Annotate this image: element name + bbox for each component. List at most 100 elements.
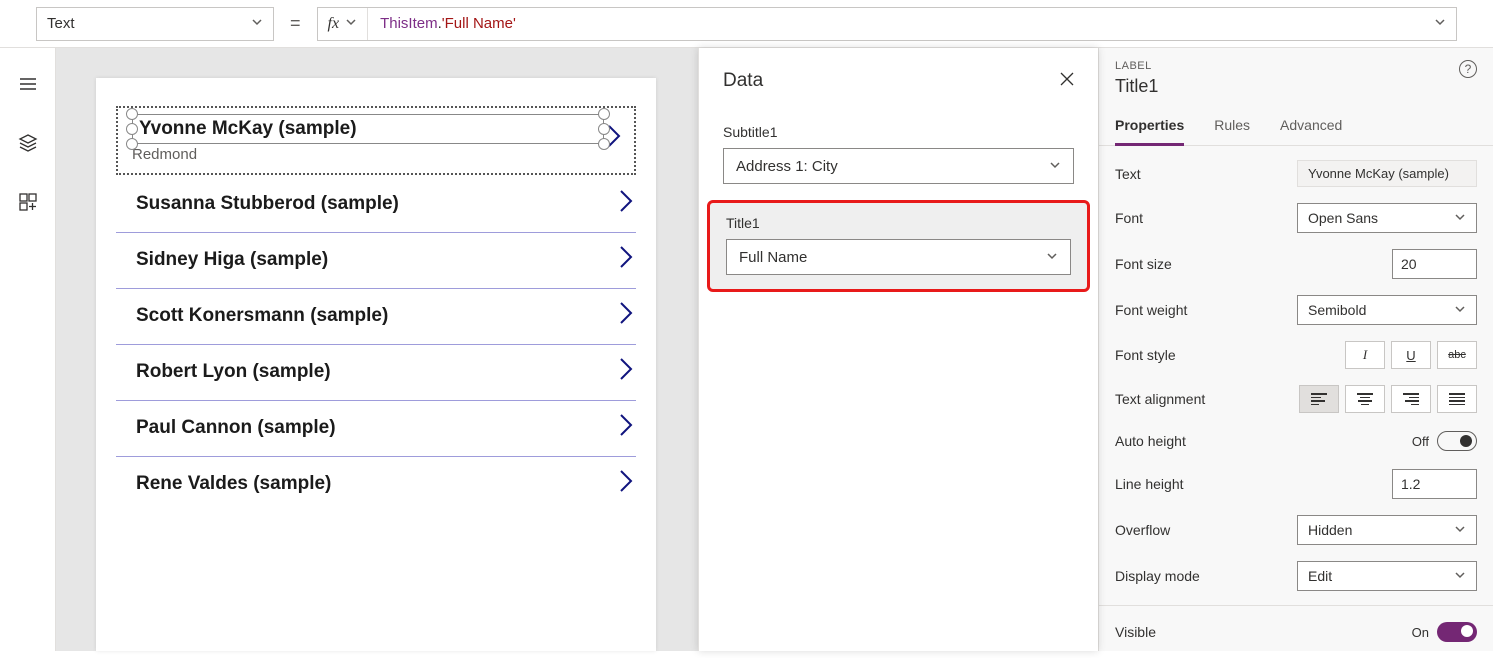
gallery-item-title: Rene Valdes (sample): [136, 473, 616, 495]
properties-tabs: Properties Rules Advanced: [1099, 105, 1493, 146]
align-right-button[interactable]: [1391, 385, 1431, 413]
prop-label-lineheight: Line height: [1115, 476, 1184, 492]
control-name: Title1: [1115, 76, 1158, 97]
fontweight-value: Semibold: [1308, 302, 1366, 318]
prop-label-overflow: Overflow: [1115, 522, 1170, 538]
italic-button[interactable]: I: [1345, 341, 1385, 369]
resize-handle[interactable]: [598, 108, 610, 120]
overflow-value: Hidden: [1308, 522, 1352, 538]
chevron-right-icon[interactable]: [616, 411, 636, 444]
close-icon[interactable]: [1060, 72, 1074, 91]
app-canvas: Yvonne McKay (sample) Redmond Susanna St…: [96, 78, 656, 651]
chevron-down-icon[interactable]: [345, 15, 357, 33]
data-panel-title: Data: [723, 70, 763, 92]
gallery-item[interactable]: Robert Lyon (sample): [116, 345, 636, 401]
chevron-right-icon[interactable]: [616, 467, 636, 500]
chevron-down-icon: [1046, 249, 1058, 266]
chevron-right-icon[interactable]: [616, 243, 636, 276]
chevron-right-icon[interactable]: [616, 299, 636, 332]
overflow-dropdown[interactable]: Hidden: [1297, 515, 1477, 545]
chevron-down-icon: [1049, 158, 1061, 175]
gallery-item-title: Susanna Stubberod (sample): [136, 193, 616, 215]
gallery-item[interactable]: Scott Konersmann (sample): [116, 289, 636, 345]
gallery-item-title: Scott Konersmann (sample): [136, 305, 616, 327]
subtitle1-dropdown[interactable]: Address 1: City: [723, 148, 1074, 184]
formula-token-field: 'Full Name': [442, 15, 516, 32]
strikethrough-button[interactable]: abc: [1437, 341, 1477, 369]
formula-input[interactable]: fx ThisItem.'Full Name': [317, 7, 1457, 41]
field-label: Subtitle1: [723, 124, 1074, 140]
gallery-item[interactable]: Susanna Stubberod (sample): [116, 177, 636, 233]
gallery-item-title: Paul Cannon (sample): [136, 417, 616, 439]
prop-value-text[interactable]: Yvonne McKay (sample): [1297, 160, 1477, 187]
prop-label-fontweight: Font weight: [1115, 302, 1187, 318]
prop-label-fontsize: Font size: [1115, 256, 1172, 272]
prop-label-autoheight: Auto height: [1115, 433, 1186, 449]
chevron-down-icon: [1454, 568, 1466, 584]
formula-token-thisitem: ThisItem: [380, 15, 438, 32]
formula-text[interactable]: ThisItem.'Full Name': [368, 15, 1424, 33]
property-dropdown[interactable]: Text: [36, 7, 274, 41]
lineheight-input[interactable]: 1.2: [1392, 469, 1477, 499]
autoheight-toggle[interactable]: Off: [1412, 431, 1477, 451]
gallery-item-title: Robert Lyon (sample): [136, 361, 616, 383]
displaymode-value: Edit: [1308, 568, 1332, 584]
resize-handle[interactable]: [126, 138, 138, 150]
control-type-label: LABEL: [1115, 60, 1158, 72]
gallery-item-title: Sidney Higa (sample): [136, 249, 616, 271]
font-value: Open Sans: [1308, 210, 1378, 226]
align-center-button[interactable]: [1345, 385, 1385, 413]
gallery-item-selected[interactable]: Yvonne McKay (sample) Redmond: [116, 106, 636, 175]
tab-rules[interactable]: Rules: [1214, 109, 1250, 145]
chevron-down-icon: [1454, 522, 1466, 538]
align-left-button[interactable]: [1299, 385, 1339, 413]
prop-label-text: Text: [1115, 166, 1141, 182]
toggle-state-label: On: [1412, 625, 1429, 640]
toggle-state-label: Off: [1412, 434, 1429, 449]
formula-bar: Text = fx ThisItem.'Full Name': [0, 0, 1493, 48]
title-label-selected[interactable]: Yvonne McKay (sample): [132, 114, 604, 144]
fontweight-dropdown[interactable]: Semibold: [1297, 295, 1477, 325]
field-title1-highlighted: Title1 Full Name: [707, 200, 1090, 292]
fontsize-input[interactable]: 20: [1392, 249, 1477, 279]
gallery-item[interactable]: Paul Cannon (sample): [116, 401, 636, 457]
property-name: Text: [47, 15, 75, 32]
displaymode-dropdown[interactable]: Edit: [1297, 561, 1477, 591]
prop-label-font: Font: [1115, 210, 1143, 226]
tab-properties[interactable]: Properties: [1115, 109, 1184, 146]
chevron-down-icon: [251, 15, 263, 32]
resize-handle[interactable]: [598, 138, 610, 150]
align-justify-button[interactable]: [1437, 385, 1477, 413]
title1-dropdown[interactable]: Full Name: [726, 239, 1071, 275]
font-dropdown[interactable]: Open Sans: [1297, 203, 1477, 233]
field-label: Title1: [726, 215, 1071, 231]
fx-icon: fx: [328, 15, 340, 33]
chevron-right-icon[interactable]: [616, 187, 636, 220]
gallery-item[interactable]: Sidney Higa (sample): [116, 233, 636, 289]
resize-handle[interactable]: [598, 123, 610, 135]
gallery-item-title: Yvonne McKay (sample): [139, 118, 357, 140]
subtitle1-value: Address 1: City: [736, 158, 838, 175]
prop-label-alignment: Text alignment: [1115, 391, 1205, 407]
resize-handle[interactable]: [126, 123, 138, 135]
visible-toggle[interactable]: On: [1412, 622, 1477, 642]
hamburger-icon[interactable]: [18, 74, 38, 99]
title1-value: Full Name: [739, 249, 807, 266]
fx-label-area: fx: [318, 8, 369, 40]
insert-icon[interactable]: [18, 192, 38, 217]
field-subtitle1: Subtitle1 Address 1: City: [699, 110, 1098, 200]
layers-icon[interactable]: [18, 133, 38, 158]
prop-label-fontstyle: Font style: [1115, 347, 1176, 363]
gallery-item-subtitle: Redmond: [132, 146, 604, 163]
chevron-right-icon[interactable]: [616, 355, 636, 388]
tab-advanced[interactable]: Advanced: [1280, 109, 1342, 145]
properties-panel: LABEL Title1 ? Properties Rules Advanced…: [1098, 48, 1493, 651]
underline-button[interactable]: U: [1391, 341, 1431, 369]
formula-expand[interactable]: [1424, 15, 1456, 33]
gallery-item[interactable]: Rene Valdes (sample): [116, 457, 636, 512]
resize-handle[interactable]: [126, 108, 138, 120]
data-panel: Data Subtitle1 Address 1: City Title1 Fu…: [698, 48, 1098, 651]
left-rail: [0, 48, 56, 651]
help-icon[interactable]: ?: [1459, 60, 1477, 78]
prop-label-displaymode: Display mode: [1115, 568, 1200, 584]
